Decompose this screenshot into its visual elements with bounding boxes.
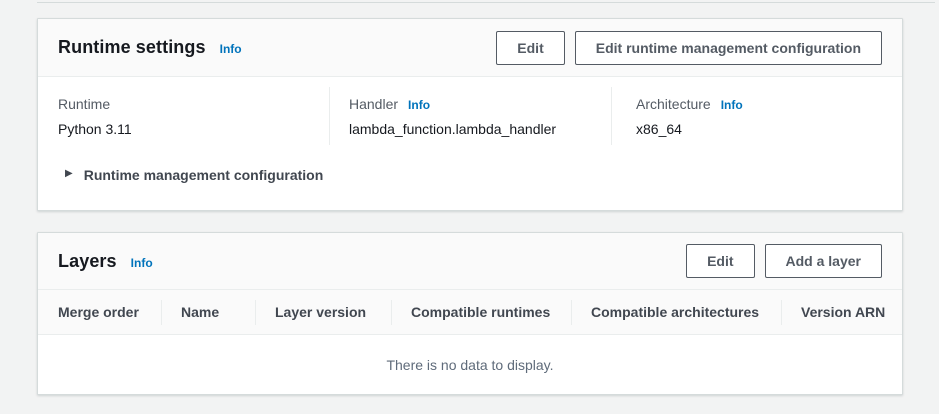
column-header-compatible-runtimes: Compatible runtimes <box>391 290 571 334</box>
architecture-value: x86_64 <box>636 121 882 137</box>
runtime-settings-info-link[interactable]: Info <box>220 42 242 56</box>
edit-runtime-management-configuration-button[interactable]: Edit runtime management configuration <box>575 31 882 65</box>
runtime-label: Runtime <box>58 96 110 112</box>
column-header-merge-order: Merge order <box>38 290 161 334</box>
runtime-field: Runtime Python 3.11 <box>38 87 329 145</box>
handler-field: Handler Info lambda_function.lambda_hand… <box>329 87 611 145</box>
layers-title: Layers <box>58 251 117 272</box>
runtime-management-configuration-expander-label: Runtime management configuration <box>84 167 324 183</box>
architecture-field: Architecture Info x86_64 <box>611 87 902 145</box>
column-header-layer-version: Layer version <box>255 290 391 334</box>
runtime-settings-title-group: Runtime settings Info <box>58 37 242 58</box>
runtime-settings-actions: Edit Edit runtime management configurati… <box>496 31 882 65</box>
edit-runtime-settings-button[interactable]: Edit <box>496 31 564 65</box>
runtime-value: Python 3.11 <box>58 121 309 137</box>
layers-title-group: Layers Info <box>58 251 153 272</box>
handler-label: Handler <box>349 96 398 112</box>
handler-info-link[interactable]: Info <box>408 98 430 112</box>
handler-value: lambda_function.lambda_handler <box>349 121 591 137</box>
layers-empty-state: There is no data to display. <box>38 335 902 394</box>
expander-caret-icon: ▶ <box>65 169 73 179</box>
runtime-settings-fields: Runtime Python 3.11 Handler Info lambda_… <box>38 77 902 155</box>
layers-info-link[interactable]: Info <box>131 256 153 270</box>
layers-table-header: Merge order Name Layer version Compatibl… <box>38 290 902 335</box>
architecture-label: Architecture <box>636 96 711 112</box>
runtime-settings-header: Runtime settings Info Edit Edit runtime … <box>38 19 902 77</box>
top-divider <box>37 2 935 3</box>
layers-header: Layers Info Edit Add a layer <box>38 233 902 290</box>
layers-actions: Edit Add a layer <box>686 244 882 278</box>
edit-layers-button[interactable]: Edit <box>686 244 754 278</box>
column-header-compatible-architectures: Compatible architectures <box>571 290 781 334</box>
add-a-layer-button[interactable]: Add a layer <box>765 244 882 278</box>
column-header-name: Name <box>161 290 255 334</box>
runtime-settings-title: Runtime settings <box>58 37 206 58</box>
runtime-settings-card: Runtime settings Info Edit Edit runtime … <box>37 18 903 211</box>
column-header-version-arn: Version ARN <box>781 290 902 334</box>
runtime-management-configuration-expander[interactable]: ▶ Runtime management configuration <box>65 167 882 183</box>
layers-card: Layers Info Edit Add a layer Merge order… <box>37 232 903 395</box>
architecture-info-link[interactable]: Info <box>721 98 743 112</box>
